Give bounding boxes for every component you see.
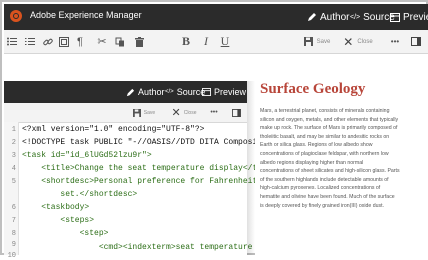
editor-author-label: Author (138, 87, 165, 97)
pencil-icon (308, 13, 316, 21)
code-line[interactable]: <!DOCTYPE task PUBLIC "-//OASIS//DTD DIT… (22, 138, 257, 147)
article-body: Mars, a terrestrial planet, consists of … (260, 107, 423, 210)
italic-icon[interactable]: I (200, 34, 212, 49)
preview-icon (202, 88, 211, 96)
panel-divider (247, 81, 255, 255)
preview-mode-button[interactable]: Preview (390, 9, 428, 25)
code-line[interactable]: <step> (22, 229, 109, 238)
source-editor-panel: Author </> Source Preview Save ✕ Close •… (4, 81, 257, 260)
line-number: 7 (11, 217, 16, 225)
article-line: high-calcium pyroxenes. Localized concen… (260, 185, 381, 192)
line-number: 8 (11, 230, 16, 238)
editor-save-label: Save (143, 109, 156, 116)
article-line: tholeiitic basalt, and may be similar to… (260, 133, 390, 140)
editor-author-mode-button[interactable]: Author (126, 84, 165, 100)
code-line[interactable]: <title>Change the seat temperature displ… (22, 164, 257, 173)
underline-icon[interactable]: U (219, 34, 231, 49)
article-line: make up rock. The surface of Mars is pri… (260, 125, 398, 132)
line-number: 9 (11, 241, 16, 249)
formatting-toolbar: ¶ ✂ B I U Save ✕ Close ••• (4, 30, 428, 54)
line-number: 6 (11, 204, 16, 212)
close-button[interactable]: ✕ Close (341, 34, 375, 49)
editor-source-mode-button[interactable]: </> Source (165, 84, 205, 100)
cut-icon[interactable]: ✂ (96, 34, 108, 49)
numbered-list-icon[interactable] (24, 34, 36, 49)
editor-header: Author </> Source Preview (4, 81, 247, 103)
code-line[interactable]: <cmd><indexterm>seat temperature (22, 243, 253, 252)
image-icon[interactable] (58, 34, 70, 49)
save-icon (132, 108, 141, 117)
editor-save-button[interactable]: Save (130, 105, 158, 120)
code-icon: </> (350, 13, 361, 21)
save-icon (303, 37, 313, 46)
app-header: Adobe Experience Manager Author </> Sour… (4, 4, 428, 30)
article-line: is deeply covered by finely grained iron… (260, 202, 384, 209)
close-icon: ✕ (343, 34, 354, 49)
editor-source-label: Source (176, 87, 206, 97)
delete-icon[interactable] (133, 34, 145, 49)
editor-more-options-button[interactable]: ••• (208, 105, 220, 120)
save-label: Save (316, 38, 331, 45)
editor-preview-label: Preview (214, 87, 247, 97)
article-line: concentrations of sheet silicates and hi… (260, 168, 400, 175)
preview-icon (390, 12, 400, 22)
preview-article: Surface Geology Mars, a terrestrial plan… (255, 81, 428, 255)
close-icon: ✕ (171, 107, 181, 119)
line-number: 5 (11, 178, 16, 186)
author-mode-label: Author (320, 11, 350, 23)
line-number: 1 (11, 126, 16, 134)
save-button[interactable]: Save (302, 34, 332, 49)
source-mode-button[interactable]: </> Source (350, 9, 395, 25)
code-line[interactable]: <task id="id_6lUGd52lzu9r"> (22, 151, 152, 160)
app-window: Adobe Experience Manager Author </> Sour… (0, 0, 428, 260)
article-line: Mars, a terrestrial planet, consists of … (260, 108, 390, 114)
more-options-button[interactable]: ••• (388, 34, 402, 49)
code-line[interactable]: <steps> (22, 216, 94, 225)
editor-canvas-top (4, 54, 428, 81)
line-number: 10 (7, 252, 16, 260)
app-title: Adobe Experience Manager (30, 10, 142, 20)
paragraph-icon[interactable]: ¶ (74, 34, 86, 49)
article-line: albedo regions displaying higher than no… (260, 159, 364, 166)
line-number: 3 (11, 152, 16, 160)
article-line: silicon and oxygen, metals, and other el… (260, 116, 399, 123)
code-icon: </> (165, 89, 174, 95)
article-title: Surface Geology (260, 81, 366, 97)
editor-preview-mode-button[interactable]: Preview (202, 84, 246, 100)
panel-toggle-icon[interactable] (410, 34, 422, 49)
code-line[interactable]: set.</shortdesc> (22, 190, 137, 199)
code-line[interactable]: <taskbody> (22, 203, 89, 212)
pencil-icon (126, 88, 135, 96)
article-line: hematite and olivine have been found. Mu… (260, 193, 395, 200)
code-line[interactable]: <shortdesc>Personal preference for Fahre… (22, 177, 257, 186)
bullet-list-icon[interactable] (6, 34, 18, 49)
editor-panel-toggle-icon[interactable] (230, 105, 242, 120)
aem-logo-icon (10, 10, 22, 22)
line-number: 2 (11, 139, 16, 147)
preview-mode-label: Preview (403, 11, 428, 23)
link-icon[interactable] (42, 34, 54, 49)
bold-icon[interactable]: B (179, 34, 193, 49)
close-label: Close (357, 38, 373, 45)
article-line: concentrations of plagioclase feldspar, … (260, 150, 389, 157)
editor-toolbar: Save ✕ Close ••• (4, 103, 247, 123)
editor-close-button[interactable]: ✕ Close (169, 105, 199, 120)
article-line: of the southern highlands include detect… (260, 176, 389, 183)
code-line[interactable]: <?xml version="1.0" encoding="UTF-8"?> (22, 125, 204, 134)
editor-close-label: Close (183, 109, 197, 116)
author-mode-button[interactable]: Author (307, 9, 349, 25)
line-number: 4 (11, 165, 16, 173)
paste-icon[interactable] (114, 34, 126, 49)
article-line: Earth or silica glass. Regions of low al… (260, 142, 373, 149)
